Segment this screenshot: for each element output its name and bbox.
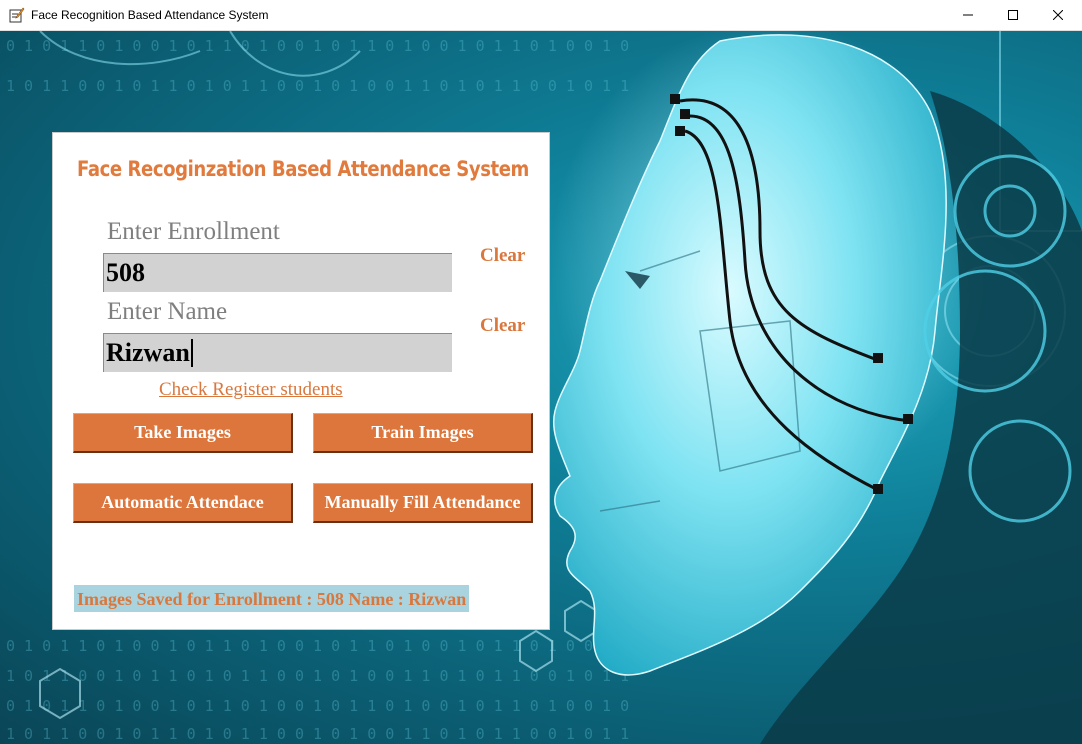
take-images-button[interactable]: Take Images: [73, 413, 293, 453]
attendance-panel: Face Recoginzation Based Attendance Syst…: [52, 132, 550, 630]
svg-text:0 1 0 1 1 0 1 0 0 1 0 1 1 0 1: 0 1 0 1 1 0 1 0 0 1 0 1 1 0 1 0 0 1 0 1 …: [6, 637, 629, 655]
check-register-link[interactable]: Check Register students: [159, 379, 343, 401]
minimize-button[interactable]: [945, 0, 991, 30]
clear-name-button[interactable]: Clear: [480, 315, 525, 337]
maximize-icon: [1008, 10, 1018, 20]
enrollment-label: Enter Enrollment: [107, 218, 280, 245]
app-feather-icon: [9, 7, 25, 23]
window-title: Face Recognition Based Attendance System: [31, 8, 269, 22]
name-label: Enter Name: [107, 298, 228, 325]
maximize-button[interactable]: [990, 0, 1036, 30]
name-input[interactable]: Rizwan: [103, 333, 452, 372]
panel-heading: Face Recoginzation Based Attendance Syst…: [77, 157, 529, 181]
manual-attendance-button[interactable]: Manually Fill Attendance: [313, 483, 533, 523]
status-message: Images Saved for Enrollment : 508 Name :…: [74, 585, 470, 612]
train-images-button[interactable]: Train Images: [313, 413, 533, 453]
name-value: Rizwan: [106, 338, 190, 367]
enrollment-value: 508: [106, 258, 145, 287]
close-icon: [1053, 10, 1063, 20]
app-window: Face Recognition Based Attendance System: [0, 0, 1082, 744]
automatic-attendance-button[interactable]: Automatic Attendace: [73, 483, 293, 523]
svg-text:1 0 1 1 0 0 1 0 1 1 0 1 0 1 1: 1 0 1 1 0 0 1 0 1 1 0 1 0 1 1 0 0 1 0 1 …: [6, 77, 629, 95]
enrollment-input[interactable]: 508: [103, 253, 452, 292]
minimize-icon: [963, 14, 973, 16]
svg-text:1 0 1 1 0 0 1 0 1 1 0 1 0 1 1: 1 0 1 1 0 0 1 0 1 1 0 1 0 1 1 0 0 1 0 1 …: [6, 725, 629, 743]
close-button[interactable]: [1035, 0, 1081, 30]
text-caret: [190, 339, 193, 368]
svg-text:0 1 0 1 1 0 1 0 0 1 0 1 1 0 1: 0 1 0 1 1 0 1 0 0 1 0 1 1 0 1 0 0 1 0 1 …: [6, 697, 629, 715]
svg-text:0 1 0 1 1 0 1 0 0 1 0 1 1 0 1: 0 1 0 1 1 0 1 0 0 1 0 1 1 0 1 0 0 1 0 1 …: [6, 37, 629, 55]
clear-enrollment-button[interactable]: Clear: [480, 245, 525, 267]
title-bar: Face Recognition Based Attendance System: [0, 0, 1082, 31]
